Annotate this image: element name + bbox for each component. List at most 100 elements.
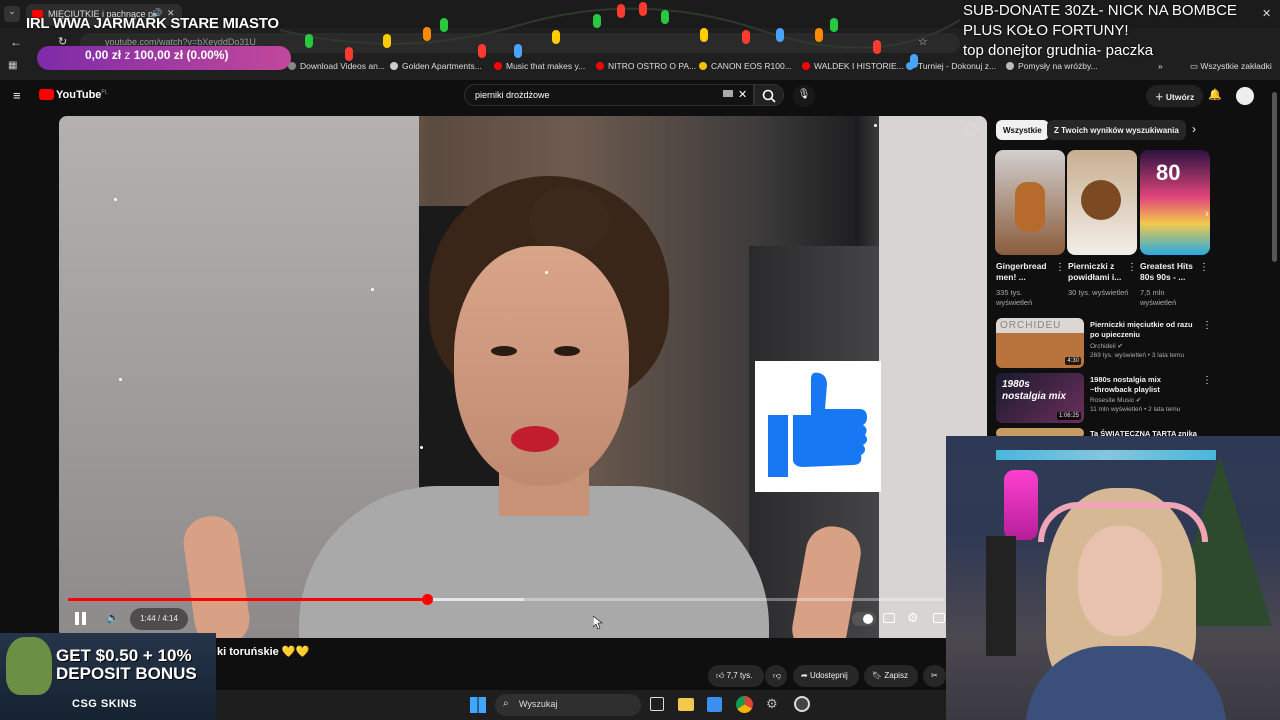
streamer-webcam — [946, 436, 1280, 720]
clip-button[interactable]: ✂ — [923, 665, 946, 687]
light-bulb — [383, 34, 391, 48]
light-bulb — [552, 30, 560, 44]
search-button[interactable] — [754, 84, 784, 106]
subtitles-icon[interactable] — [883, 613, 895, 623]
light-bulb — [345, 47, 353, 61]
volume-icon: 🔈 — [106, 612, 120, 624]
short-thumbnail[interactable] — [995, 150, 1065, 255]
pause-icon-bar — [82, 612, 86, 625]
file-explorer-icon[interactable] — [678, 698, 694, 711]
recommended-thumbnail[interactable]: 1980s nostalgia mix 1:06:25 — [996, 373, 1084, 423]
recommended-meta: 11 mln wyświetleń • 2 lata temu — [1090, 406, 1181, 413]
bookmark-favicon-icon — [1006, 62, 1014, 70]
recommended-menu-icon[interactable]: ⋮ — [1202, 375, 1212, 386]
tab-list-button[interactable]: ⌄ — [4, 6, 20, 22]
short-menu-icon[interactable]: ⋮ — [1127, 262, 1137, 273]
youtube-logo[interactable]: YouTubePL — [39, 89, 108, 101]
chrome-icon[interactable] — [736, 696, 753, 713]
short-menu-icon[interactable]: ⋮ — [1055, 262, 1065, 273]
snowflake — [114, 198, 117, 201]
short-menu-icon[interactable]: ⋮ — [1199, 262, 1209, 273]
store-icon[interactable] — [707, 697, 722, 712]
like-icon: 👍︎ — [716, 671, 727, 680]
video-info-icon[interactable]: i — [965, 124, 977, 136]
settings-gear-icon[interactable]: ⚙ — [907, 610, 919, 626]
streamer-headphones — [1038, 502, 1208, 542]
streamer-face — [1078, 526, 1162, 636]
duration-badge: 4:30 — [1065, 357, 1081, 365]
hamburger-menu-icon[interactable]: ≡ — [13, 88, 21, 103]
folder-icon: ▭ — [1190, 61, 1201, 71]
recommended-title[interactable]: 1980s nostalgia mix ~throwback playlist — [1090, 375, 1202, 395]
snowflake — [371, 288, 374, 291]
mouse-cursor-icon — [593, 616, 603, 630]
voice-search-button[interactable]: 🎙 — [793, 85, 815, 107]
plus-icon: ＋ — [1155, 92, 1166, 102]
light-bulb — [639, 2, 647, 16]
apps-grid-icon[interactable]: ▦ — [8, 60, 17, 71]
clear-search-icon[interactable]: ✕ — [738, 88, 747, 101]
dislike-button[interactable]: 👎︎ — [765, 665, 787, 687]
bookmark-item[interactable]: Pomysły na wróżby... — [1006, 61, 1098, 71]
save-button[interactable]: 🔖︎ Zapisz — [864, 665, 918, 687]
page-scrollbar[interactable] — [1272, 92, 1277, 262]
scissors-icon: ✂ — [931, 671, 938, 680]
chips-next-icon[interactable]: › — [1192, 122, 1196, 136]
pause-icon — [75, 612, 79, 625]
light-bulb — [423, 27, 431, 41]
short-title[interactable]: Greatest Hits 80s 90s - ... — [1140, 261, 1202, 283]
taskbar-search[interactable]: ⌕ Wyszukaj — [495, 694, 641, 716]
thumbs-up-icon — [768, 372, 868, 477]
shorts-next-icon[interactable]: › — [1205, 208, 1209, 220]
verified-icon: ✔ — [1135, 397, 1142, 404]
window-close-icon[interactable]: ✕ — [1262, 7, 1271, 20]
ad-headline: GET $0.50 + 10% DEPOSIT BONUS — [56, 646, 197, 683]
recommended-channel[interactable]: Rosesite Music ✔ — [1090, 396, 1141, 404]
search-input[interactable]: pierniki drożdżowe — [464, 84, 754, 106]
windows-start-icon[interactable] — [470, 697, 486, 713]
all-bookmarks[interactable]: ▭ Wszystkie zakładki — [1190, 61, 1272, 72]
subdonate-info: SUB-DONATE 30ZŁ- NICK NA BOMBCE PLUS KOŁ… — [963, 2, 1237, 59]
short-thumbnail[interactable]: 80 — [1140, 150, 1210, 255]
share-icon: ➦ — [801, 671, 810, 680]
autoplay-toggle[interactable] — [852, 612, 876, 626]
snowflake — [545, 271, 548, 274]
light-bulb — [776, 28, 784, 42]
like-button[interactable]: 👍︎ 7,7 tys. — [708, 665, 764, 687]
more-bookmarks-icon[interactable]: » — [1158, 61, 1163, 71]
obs-icon[interactable] — [794, 696, 810, 712]
pause-button[interactable] — [72, 610, 90, 628]
thumbs-up-overlay — [755, 361, 881, 492]
task-view-icon[interactable] — [650, 697, 664, 711]
short-thumbnail[interactable] — [1067, 150, 1137, 255]
snowflake — [420, 446, 423, 449]
chip-all[interactable]: Wszystkie — [996, 120, 1049, 140]
create-button[interactable]: ＋ Utwórz — [1146, 85, 1204, 107]
light-bulb — [742, 30, 750, 44]
miniplayer-icon[interactable] — [933, 613, 945, 623]
short-title[interactable]: Pierniczki z powidłami i... — [1068, 261, 1130, 283]
light-bulb — [617, 4, 625, 18]
volume-button[interactable]: 🔈 — [106, 611, 120, 624]
back-icon[interactable]: ← — [10, 35, 22, 49]
recommended-title[interactable]: Pierniczki mięciutkie od razu po upiecze… — [1090, 320, 1202, 340]
chip-from-search[interactable]: Z Twoich wyników wyszukiwania — [1047, 120, 1186, 140]
settings-app-icon[interactable]: ⚙ — [766, 696, 778, 712]
share-button[interactable]: ➦ Udostępnij — [793, 665, 859, 687]
snowflake — [874, 124, 877, 127]
presenter-eye — [554, 346, 580, 356]
avatar[interactable] — [1236, 87, 1254, 105]
light-bulb — [440, 18, 448, 32]
search-icon — [762, 89, 776, 103]
light-bulb — [910, 54, 918, 68]
search-value: pierniki drożdżowe — [475, 90, 550, 100]
notifications-bell-icon[interactable]: 🔔 — [1208, 88, 1222, 101]
progress-bar[interactable] — [68, 594, 944, 605]
recommended-channel[interactable]: Orchideli ✔ — [1090, 342, 1123, 350]
keyboard-icon[interactable] — [723, 90, 733, 97]
microphone-icon: 🎙 — [797, 89, 811, 100]
short-title[interactable]: Gingerbread men! ... — [996, 261, 1058, 283]
light-bulb — [661, 10, 669, 24]
recommended-thumbnail[interactable]: ORCHIDEU 4:30 — [996, 318, 1084, 368]
recommended-menu-icon[interactable]: ⋮ — [1202, 320, 1212, 331]
